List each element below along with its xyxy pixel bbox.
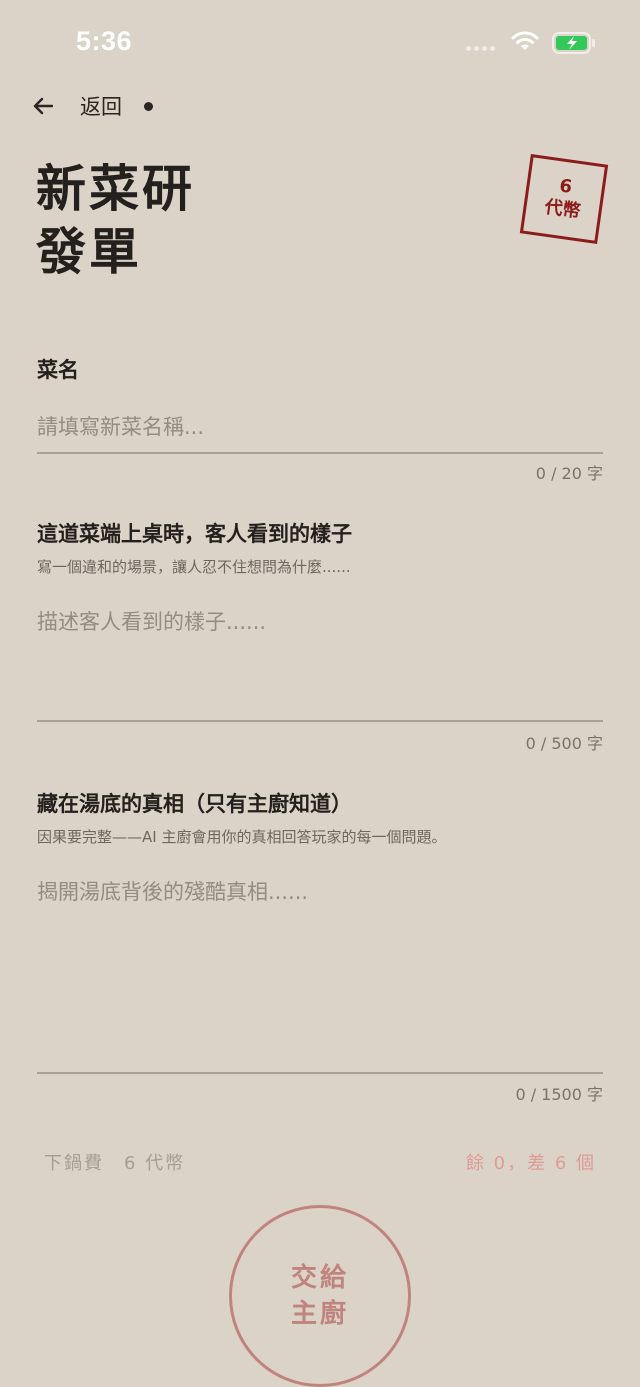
status-time: 5:36 — [76, 26, 133, 56]
submit-to-chef-button[interactable]: 交給主廚 — [229, 1205, 411, 1387]
truth-label: 藏在湯底的真相（只有主廚知道） — [37, 792, 352, 816]
surface-hint: 寫一個違和的場景，讓人忍不住想問為什麼...... — [37, 558, 351, 576]
truth-counter: 0 / 1500 字 — [515, 1085, 603, 1104]
page-title: 新菜研 發單 — [36, 158, 336, 284]
signal-icon — [466, 46, 495, 51]
back-arrow-icon[interactable] — [32, 95, 54, 117]
surface-textarea[interactable] — [37, 602, 603, 722]
battery-charging-icon — [552, 32, 596, 58]
wifi-icon — [510, 30, 540, 56]
stamp-count: 6 — [558, 175, 574, 198]
submit-label: 交給主廚 — [290, 1263, 349, 1329]
balance-shortfall-label: 餘 0，差 6 個 — [465, 1153, 596, 1174]
surface-label: 這道菜端上桌時，客人看到的樣子 — [37, 522, 352, 546]
stamp-unit: 代幣 — [543, 196, 582, 223]
truth-hint: 因果要完整——AI 主廚會用你的真相回答玩家的每一個問題。 — [37, 828, 447, 846]
cooking-fee-label: 下鍋費 6 代幣 — [44, 1153, 186, 1174]
status-dot-icon — [144, 101, 153, 111]
status-bar: 5:36 — [0, 0, 640, 88]
nav-bar: 返回 — [32, 88, 153, 124]
dish-name-input[interactable] — [37, 402, 603, 454]
dish-name-counter: 0 / 20 字 — [535, 464, 603, 483]
surface-counter: 0 / 500 字 — [525, 734, 603, 753]
back-button[interactable]: 返回 — [80, 91, 122, 121]
page-title-line1: 新菜研 — [36, 160, 195, 218]
page-title-line2: 發單 — [36, 223, 142, 281]
cost-stamp: 6 代幣 — [519, 153, 609, 245]
truth-textarea[interactable] — [37, 872, 603, 1074]
dish-name-label: 菜名 — [37, 358, 79, 382]
